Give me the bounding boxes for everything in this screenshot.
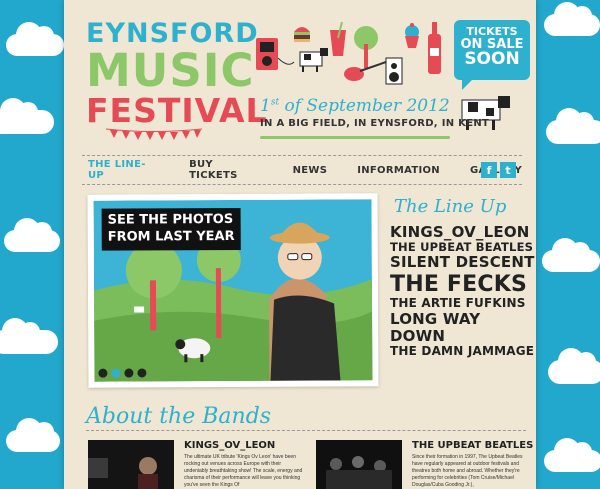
slide-dot-3[interactable] [124,368,134,378]
band-card-name[interactable]: THE UPBEAT BEATLES [412,440,533,451]
nav-item-information[interactable]: INFORMATION [357,165,440,176]
main-nav: THE LINE-UP BUY TICKETS NEWS INFORMATION… [82,155,522,185]
badge-line-soon: SOON [464,49,520,70]
lineup-band[interactable]: THE DAMN JAMMAGE [390,345,536,359]
lineup-list: KINGS_OV_LEON THE UPBEAT BEATLES SILENT … [390,223,536,359]
lineup-band[interactable]: KINGS_OV_LEON [390,223,536,241]
background-cloud [542,238,600,272]
social-links: f t [481,162,516,178]
tickets-on-sale-badge[interactable]: TICKETS ON SALE SOON [454,20,530,90]
tree-icon [354,26,378,68]
lineup-band[interactable]: SILENT DESCENT [390,254,536,272]
nav-item-buy-tickets[interactable]: BUY TICKETS [189,159,263,181]
date-suffix: st [270,97,280,108]
background-cloud [6,22,64,56]
cow-icon [299,48,328,72]
slideshow-caption[interactable]: SEE THE PHOTOS FROM LAST YEAR [101,207,241,251]
drink-glass-icon [330,21,346,56]
badge-line-tickets: TICKETS [466,25,518,38]
background-cloud [546,108,600,144]
festival-logo[interactable]: EYNSFORD MUSIC FESTIVAL [86,20,268,127]
date-underline [260,136,450,139]
slide-dot-1[interactable] [98,368,108,378]
twitter-icon[interactable]: t [500,162,516,178]
background-cloud [0,318,58,354]
cupcake-icon [405,23,419,48]
facebook-icon[interactable]: f [481,162,497,178]
slide-dot-2[interactable] [111,368,121,378]
date-day: 1 [260,96,271,116]
background-cloud [548,348,600,384]
bunting-decoration [106,128,202,140]
event-location: IN A BIG FIELD, IN EYNSFORD, IN KENT [260,118,490,129]
band-card-description: The ultimate UK tribute 'Kings Ov Leon' … [184,454,303,488]
amplifier-icon [256,38,295,70]
background-cloud [0,98,54,134]
background-cloud [4,218,60,252]
slide-dot-4[interactable] [137,368,147,378]
nav-item-news[interactable]: NEWS [293,165,328,176]
band-card-name[interactable]: KINGS_OV_LEON [184,440,275,451]
lineup-band[interactable]: LONG WAY DOWN [390,310,536,346]
wine-bottle-icon [428,22,441,74]
background-cloud [544,2,600,36]
burger-icon [294,27,310,42]
nav-item-line-up[interactable]: THE LINE-UP [88,159,159,181]
lineup-title: The Line Up [394,196,507,217]
event-date: 1st of September 2012 [260,96,450,116]
caption-line-2: FROM LAST YEAR [107,228,235,245]
photo-slideshow[interactable]: SEE THE PHOTOS FROM LAST YEAR [87,193,379,388]
caption-line-1: SEE THE PHOTOS [107,211,234,228]
page-container: EYNSFORD MUSIC FESTIVAL TICKETS ON SALE … [64,0,536,489]
background-cloud [6,418,60,452]
logo-line-eynsford: EYNSFORD [86,18,259,49]
slideshow-pager [98,368,147,378]
band-photo[interactable] [316,440,402,489]
header-illustration [256,21,441,85]
background-cloud [544,438,600,472]
lineup-band[interactable]: THE FECKS [390,272,536,297]
about-bands-title: About the Bands [86,404,272,429]
lineup-band[interactable]: THE ARTIE FUFKINS [390,296,536,311]
about-divider [86,430,526,431]
date-rest: of September 2012 [279,96,450,116]
speaker-icon [385,57,403,85]
logo-line-music: MUSIC [86,44,255,97]
band-photo[interactable] [88,440,174,489]
band-card-description: Since their formation in 1997, The Upbea… [412,454,523,488]
logo-line-festival: FESTIVAL [86,91,268,130]
